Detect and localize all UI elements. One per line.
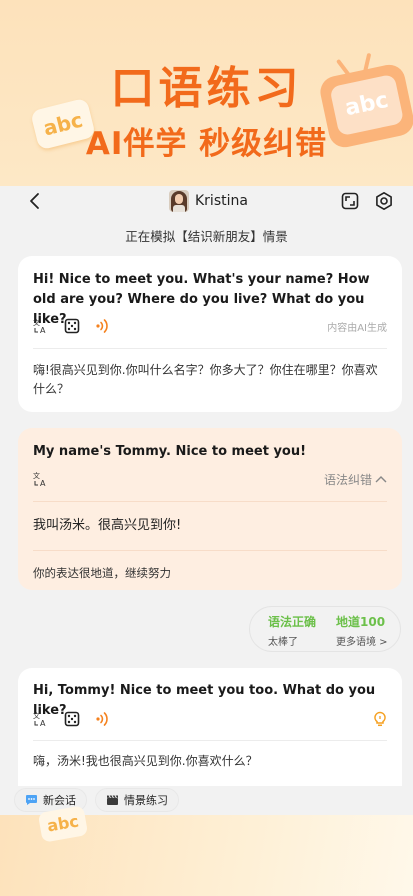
grammar-correction-label: 语法纠错 bbox=[323, 473, 372, 487]
back-icon[interactable] bbox=[26, 192, 44, 210]
avatar bbox=[169, 190, 189, 212]
chat-screen: Kristina 正在模拟【结识新朋友】情景 Hi! Nice to meet … bbox=[0, 186, 413, 815]
svg-text:A: A bbox=[40, 326, 46, 334]
audio-icon[interactable] bbox=[95, 711, 111, 727]
message-translation: 我叫汤米。很高兴见到你! bbox=[33, 518, 182, 533]
abc-sticker: abc bbox=[37, 805, 89, 843]
svg-text:文: 文 bbox=[33, 711, 40, 720]
fullscreen-icon[interactable] bbox=[340, 191, 360, 211]
chevron-up-icon bbox=[375, 475, 387, 482]
message-tools: 文 A bbox=[33, 317, 111, 335]
svg-text:文: 文 bbox=[33, 318, 40, 327]
dice-icon[interactable] bbox=[64, 711, 80, 727]
svg-text:A: A bbox=[40, 479, 46, 487]
more-context-link[interactable]: 更多语境 > bbox=[336, 633, 388, 648]
message-tools: 文 A bbox=[33, 710, 111, 728]
lightbulb-icon[interactable] bbox=[373, 711, 387, 727]
new-chat-label: 新会话 bbox=[43, 794, 76, 807]
scene-caption: 正在模拟【结识新朋友】情景 bbox=[125, 229, 288, 244]
divider bbox=[33, 740, 387, 741]
bottom-decoration: abc bbox=[0, 805, 413, 896]
top-bar: Kristina bbox=[0, 186, 413, 216]
ai-message-card: Hi! Nice to meet you. What's your name? … bbox=[18, 256, 402, 412]
dice-icon[interactable] bbox=[64, 318, 80, 334]
clapperboard-icon bbox=[107, 795, 118, 805]
settings-icon[interactable] bbox=[374, 191, 394, 211]
svg-text:文: 文 bbox=[33, 471, 40, 480]
divider bbox=[33, 348, 387, 349]
partner-name: Kristina bbox=[195, 193, 248, 209]
ai-message-card: Hi, Tommy! Nice to meet you too. What do… bbox=[18, 668, 402, 786]
idiom-score[interactable]: 地道100 更多语境 > bbox=[336, 613, 388, 648]
scene-practice-label: 情景练习 bbox=[124, 794, 168, 807]
message-translation: 嗨!很高兴见到你.你叫什么名字？你多大了？你住在哪里？你喜欢什么？ bbox=[33, 363, 378, 396]
scene-practice-button[interactable]: 情景练习 bbox=[95, 788, 179, 812]
grammar-correction-toggle[interactable]: 语法纠错 bbox=[324, 471, 387, 488]
grammar-score: 语法正确 太棒了 bbox=[268, 613, 316, 648]
chat-icon bbox=[26, 795, 37, 805]
message-tools: 文 A bbox=[33, 470, 49, 488]
feedback-text: 你的表达很地道，继续努力 bbox=[33, 566, 171, 580]
ai-generated-note: 内容由AI生成 bbox=[327, 323, 387, 334]
chat-partner[interactable]: Kristina bbox=[169, 189, 248, 213]
divider bbox=[33, 550, 387, 551]
user-message-card: My name's Tommy. Nice to meet you! 文 A 语… bbox=[18, 428, 402, 590]
grammar-score-sub: 太棒了 bbox=[268, 637, 298, 648]
grammar-score-title: 语法正确 bbox=[268, 615, 317, 629]
tv-screen-text: abc bbox=[329, 73, 405, 137]
translate-icon[interactable]: 文 A bbox=[33, 711, 49, 727]
message-translation: 嗨，汤米!我也很高兴见到你.你喜欢什么？ bbox=[33, 754, 258, 768]
translate-icon[interactable]: 文 A bbox=[33, 318, 49, 334]
message-english: My name's Tommy. Nice to meet you! bbox=[33, 444, 307, 459]
translate-icon[interactable]: 文 A bbox=[33, 471, 49, 487]
audio-icon[interactable] bbox=[95, 318, 111, 334]
idiom-score-title: 地道100 bbox=[336, 615, 386, 629]
score-summary[interactable]: 语法正确 太棒了 地道100 更多语境 > bbox=[249, 606, 401, 652]
svg-text:A: A bbox=[40, 719, 46, 727]
promo-banner: 口语练习 AI伴学 秒级纠错 abc abc bbox=[0, 0, 413, 186]
divider bbox=[33, 501, 387, 502]
